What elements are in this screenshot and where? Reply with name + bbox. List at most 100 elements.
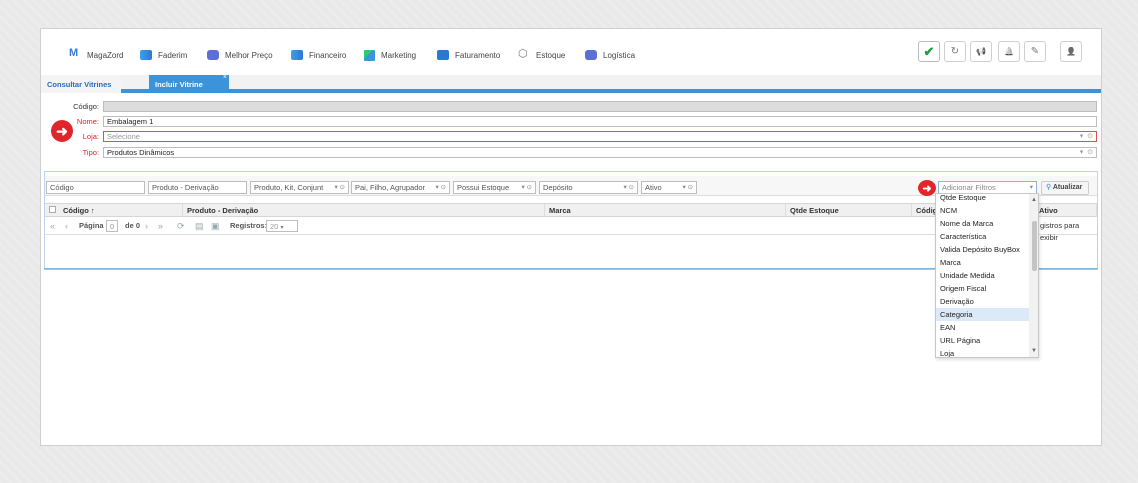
save-icon[interactable]: ▤ [195, 220, 204, 232]
nav-faturamento[interactable]: Faturamento [437, 44, 500, 66]
refresh-button[interactable]: ↻ [944, 41, 966, 62]
registros-value: 20 [270, 222, 279, 231]
chevron-down-icon: ▾ [280, 225, 284, 231]
filter-placeholder: Possui Estoque [457, 183, 510, 192]
edit-button[interactable]: ✎ [1024, 41, 1046, 62]
tab-consultar-vitrines[interactable]: Consultar Vitrines [41, 75, 121, 93]
filter-produto-input[interactable]: Produto - Derivação [148, 181, 247, 194]
nav-logistica[interactable]: Logística [585, 44, 635, 66]
chevron-down-icon: ▾ ⊙ [521, 184, 532, 191]
edit-icon: ✎ [1030, 46, 1040, 57]
nav-financeiro[interactable]: Financeiro [291, 44, 346, 66]
dropdown-option[interactable]: Característica [936, 230, 1029, 243]
filter-pai-filho-select[interactable]: Pai, Filho, Agrupador ▾ ⊙ [351, 181, 450, 194]
bell-icon: 🔔 [1004, 47, 1014, 56]
nome-field[interactable]: Embalagem 1 [103, 116, 1097, 127]
dropdown-option[interactable]: Derivação [936, 295, 1029, 308]
column-codigo[interactable]: Código ↑ [59, 204, 183, 217]
registros-select[interactable]: 20 ▾ [266, 220, 298, 232]
dropdown-option[interactable]: Qtde Estoque [936, 194, 1029, 204]
reload-icon[interactable]: ⟳ [177, 220, 185, 232]
tab-bar: Consultar Vitrines Incluir Vitrine × [41, 74, 1101, 93]
announcements-button[interactable]: 📢 [970, 41, 992, 62]
filter-placeholder: Código [50, 183, 74, 192]
nav-label: Estoque [536, 50, 566, 60]
excel-icon[interactable]: ▣ [211, 220, 220, 232]
filter-codigo-input[interactable]: Código [46, 181, 145, 194]
chevron-down-icon: ▾ ⊙ [682, 184, 693, 191]
prev-page-icon[interactable]: ‹ [65, 220, 68, 232]
nav-melhor-preco[interactable]: Melhor Preço [207, 44, 273, 66]
dropdown-option[interactable]: NCM [936, 204, 1029, 217]
nome-label: Nome: [76, 117, 99, 126]
column-ativo[interactable]: Ativo [1035, 204, 1097, 217]
dropdown-option[interactable]: URL Página [936, 334, 1029, 347]
dropdown-option[interactable]: EAN [936, 321, 1029, 334]
page-total: de 0 [125, 221, 141, 230]
chevron-down-icon: ▾ ⊙ [1079, 133, 1093, 140]
magazord-logo-icon [69, 47, 81, 61]
chevron-down-icon: ▾ ⊙ [623, 184, 634, 191]
first-page-icon[interactable]: « [50, 220, 55, 232]
filter-ativo-select[interactable]: Ativo ▾ ⊙ [641, 181, 697, 194]
nav-estoque[interactable]: Estoque [518, 44, 565, 66]
atualizar-label: Atualizar [1052, 184, 1083, 191]
megaphone-icon: 📢 [976, 47, 986, 56]
tab-incluir-vitrine[interactable]: Incluir Vitrine × [149, 74, 229, 93]
atualizar-button[interactable]: ⚲ Atualizar [1041, 181, 1089, 195]
nav-label: MagaZord [87, 50, 124, 60]
user-button[interactable]: 👤 [1060, 41, 1082, 62]
chevron-down-icon: ▾ ⊙ [334, 184, 345, 191]
column-qtde-estoque[interactable]: Qtde Estoque [786, 204, 912, 217]
filter-tipo-produto-select[interactable]: Produto, Kit, Conjunt ▾ ⊙ [250, 181, 349, 194]
melhor-preco-icon [207, 50, 219, 60]
tipo-value: Produtos Dinâmicos [107, 148, 175, 157]
dropdown-scrollbar[interactable]: ▲ ▼ [1029, 194, 1038, 357]
faturamento-icon [437, 50, 449, 60]
scrollbar-thumb[interactable] [1032, 221, 1037, 271]
dropdown-option[interactable]: Origem Fiscal [936, 282, 1029, 295]
check-icon: ✔ [923, 43, 935, 59]
codigo-label: Código: [73, 102, 99, 111]
nav-faderim[interactable]: Faderim [140, 44, 187, 66]
dropdown-option[interactable]: Loja [936, 347, 1029, 357]
pagina-label: Página [79, 221, 104, 230]
last-page-icon[interactable]: » [158, 220, 163, 232]
next-page-icon[interactable]: › [145, 220, 148, 232]
nav-magazord[interactable]: MagaZord [69, 44, 123, 66]
filter-placeholder: Depósito [543, 183, 573, 192]
column-produto-derivacao[interactable]: Produto - Derivação [183, 204, 545, 217]
logistica-icon [585, 50, 597, 60]
nav-marketing[interactable]: Marketing [364, 44, 416, 66]
tipo-select[interactable]: Produtos Dinâmicos ▾ ⊙ [103, 147, 1097, 158]
tab-label: Consultar Vitrines [47, 79, 112, 89]
confirm-check-button[interactable]: ✔ [918, 41, 940, 62]
nav-label: Melhor Preço [225, 50, 273, 60]
tipo-label: Tipo: [82, 148, 99, 157]
scroll-down-icon[interactable]: ▼ [1031, 348, 1037, 354]
notifications-button[interactable]: 🔔 [998, 41, 1020, 62]
filter-possui-estoque-select[interactable]: Possui Estoque ▾ ⊙ [453, 181, 536, 194]
nav-label: Faderim [158, 50, 188, 60]
select-all-checkbox[interactable] [45, 204, 59, 217]
marketing-icon [364, 49, 375, 61]
scroll-up-icon[interactable]: ▲ [1031, 197, 1037, 203]
dropdown-option[interactable]: Nome da Marca [936, 217, 1029, 230]
chevron-down-icon: ▾ ⊙ [435, 184, 446, 191]
filter-deposito-select[interactable]: Depósito ▾ ⊙ [539, 181, 638, 194]
loja-placeholder: Selecione [107, 132, 140, 141]
faderim-icon [140, 50, 152, 60]
filter-placeholder: Produto - Derivação [152, 183, 219, 192]
column-marca[interactable]: Marca [545, 204, 786, 217]
dropdown-option[interactable]: Marca [936, 256, 1029, 269]
close-tab-icon[interactable]: × [223, 74, 227, 81]
top-navigation: MagaZord Faderim Melhor Preço Financeiro… [41, 29, 1101, 75]
loja-select[interactable]: Selecione ▾ ⊙ [103, 131, 1097, 142]
dropdown-option[interactable]: Unidade Medida [936, 269, 1029, 282]
dropdown-option-highlighted[interactable]: Categoria [936, 308, 1029, 321]
page-number-input[interactable]: 0 [106, 220, 119, 232]
loja-label: Loja: [82, 132, 99, 141]
nav-label: Financeiro [309, 50, 347, 60]
dropdown-option[interactable]: Valida Depósito BuyBox [936, 243, 1029, 256]
search-icon: ⚲ [1046, 184, 1052, 191]
